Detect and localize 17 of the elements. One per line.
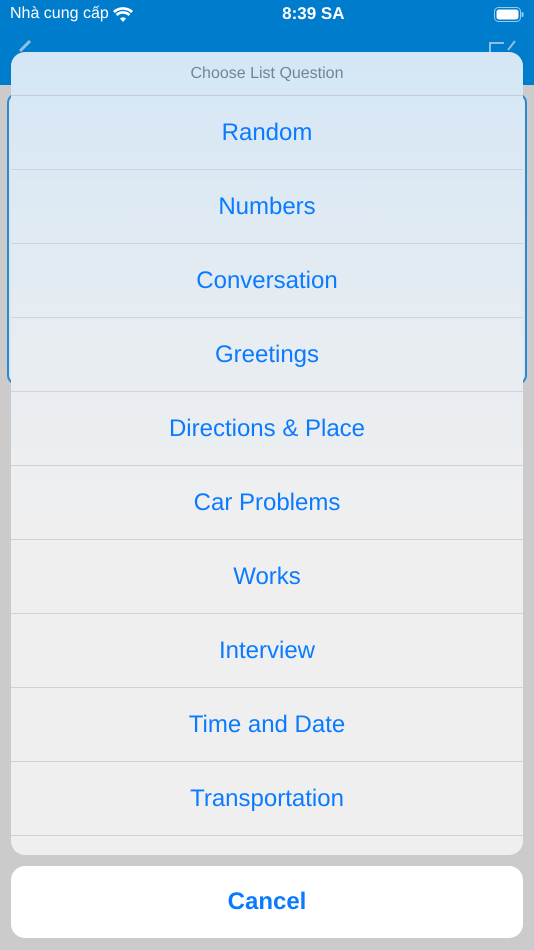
- sheet-title: Choose List Question: [190, 64, 344, 84]
- option-button[interactable]: Conversation: [11, 244, 523, 318]
- compose-icon[interactable]: [488, 40, 516, 52]
- option-button[interactable]: Random: [11, 96, 523, 170]
- option-button[interactable]: Interview: [11, 614, 523, 688]
- option-button[interactable]: Time and Date: [11, 688, 523, 762]
- option-button[interactable]: Numbers: [11, 170, 523, 244]
- carrier-name: Nhà cung cấp: [10, 4, 109, 24]
- cancel-button[interactable]: Cancel: [11, 866, 523, 938]
- clock-time: 8:39 SA: [282, 3, 345, 26]
- option-button[interactable]: Directions & Place: [11, 392, 523, 466]
- battery-icon: [494, 6, 524, 22]
- option-button[interactable]: Greetings: [11, 318, 523, 392]
- wifi-icon: [112, 6, 133, 22]
- option-button[interactable]: Transportation: [11, 762, 523, 836]
- option-button[interactable]: Works: [11, 540, 523, 614]
- option-button[interactable]: Car Problems: [11, 466, 523, 540]
